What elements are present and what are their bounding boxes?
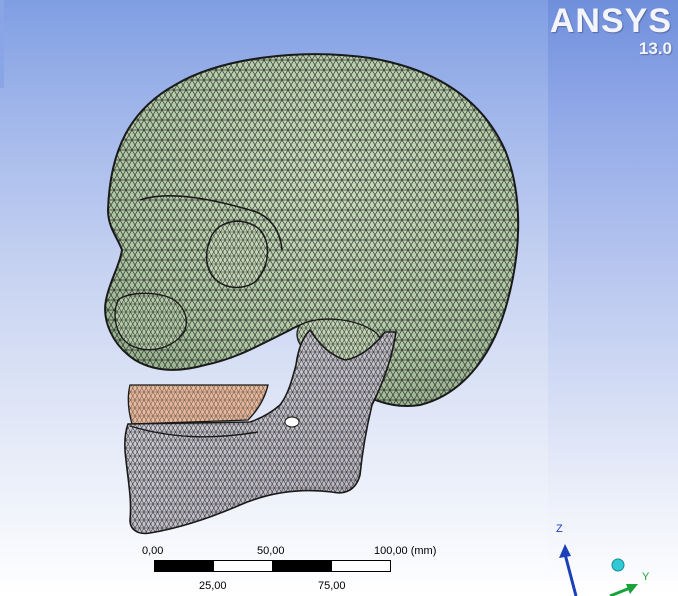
scale-label-0: 0,00 (142, 545, 164, 557)
scale-label-75: 75,00 (318, 580, 346, 592)
scale-segment-2 (213, 560, 273, 572)
scale-segment-3 (272, 560, 332, 572)
graphics-viewport[interactable]: ANSYS 13.0 0,00 50,00 100,00 (mm) 25,00 … (0, 0, 678, 596)
viewport-right-panel (548, 0, 678, 596)
scale-label-25: 25,00 (199, 580, 227, 592)
scale-segment-4 (331, 560, 391, 572)
skull-mesh-model[interactable] (0, 0, 548, 540)
logo-brand: ANSYS (549, 2, 672, 40)
upper-teeth (127, 384, 269, 425)
scale-ruler: 0,00 50,00 100,00 (mm) 25,00 75,00 (0, 540, 548, 596)
ansys-logo: ANSYS 13.0 (550, 4, 672, 58)
triad-origin-ball (611, 558, 625, 572)
triad-y-label: Y (642, 571, 650, 583)
scale-label-50: 50,00 (257, 545, 285, 557)
coordinate-triad-icon[interactable]: Z Y (548, 514, 678, 596)
triad-z-label: Z (556, 523, 563, 535)
logo-version: 13.0 (638, 39, 672, 58)
scale-segment-1 (154, 560, 214, 572)
scale-label-100: 100,00 (mm) (374, 545, 437, 557)
